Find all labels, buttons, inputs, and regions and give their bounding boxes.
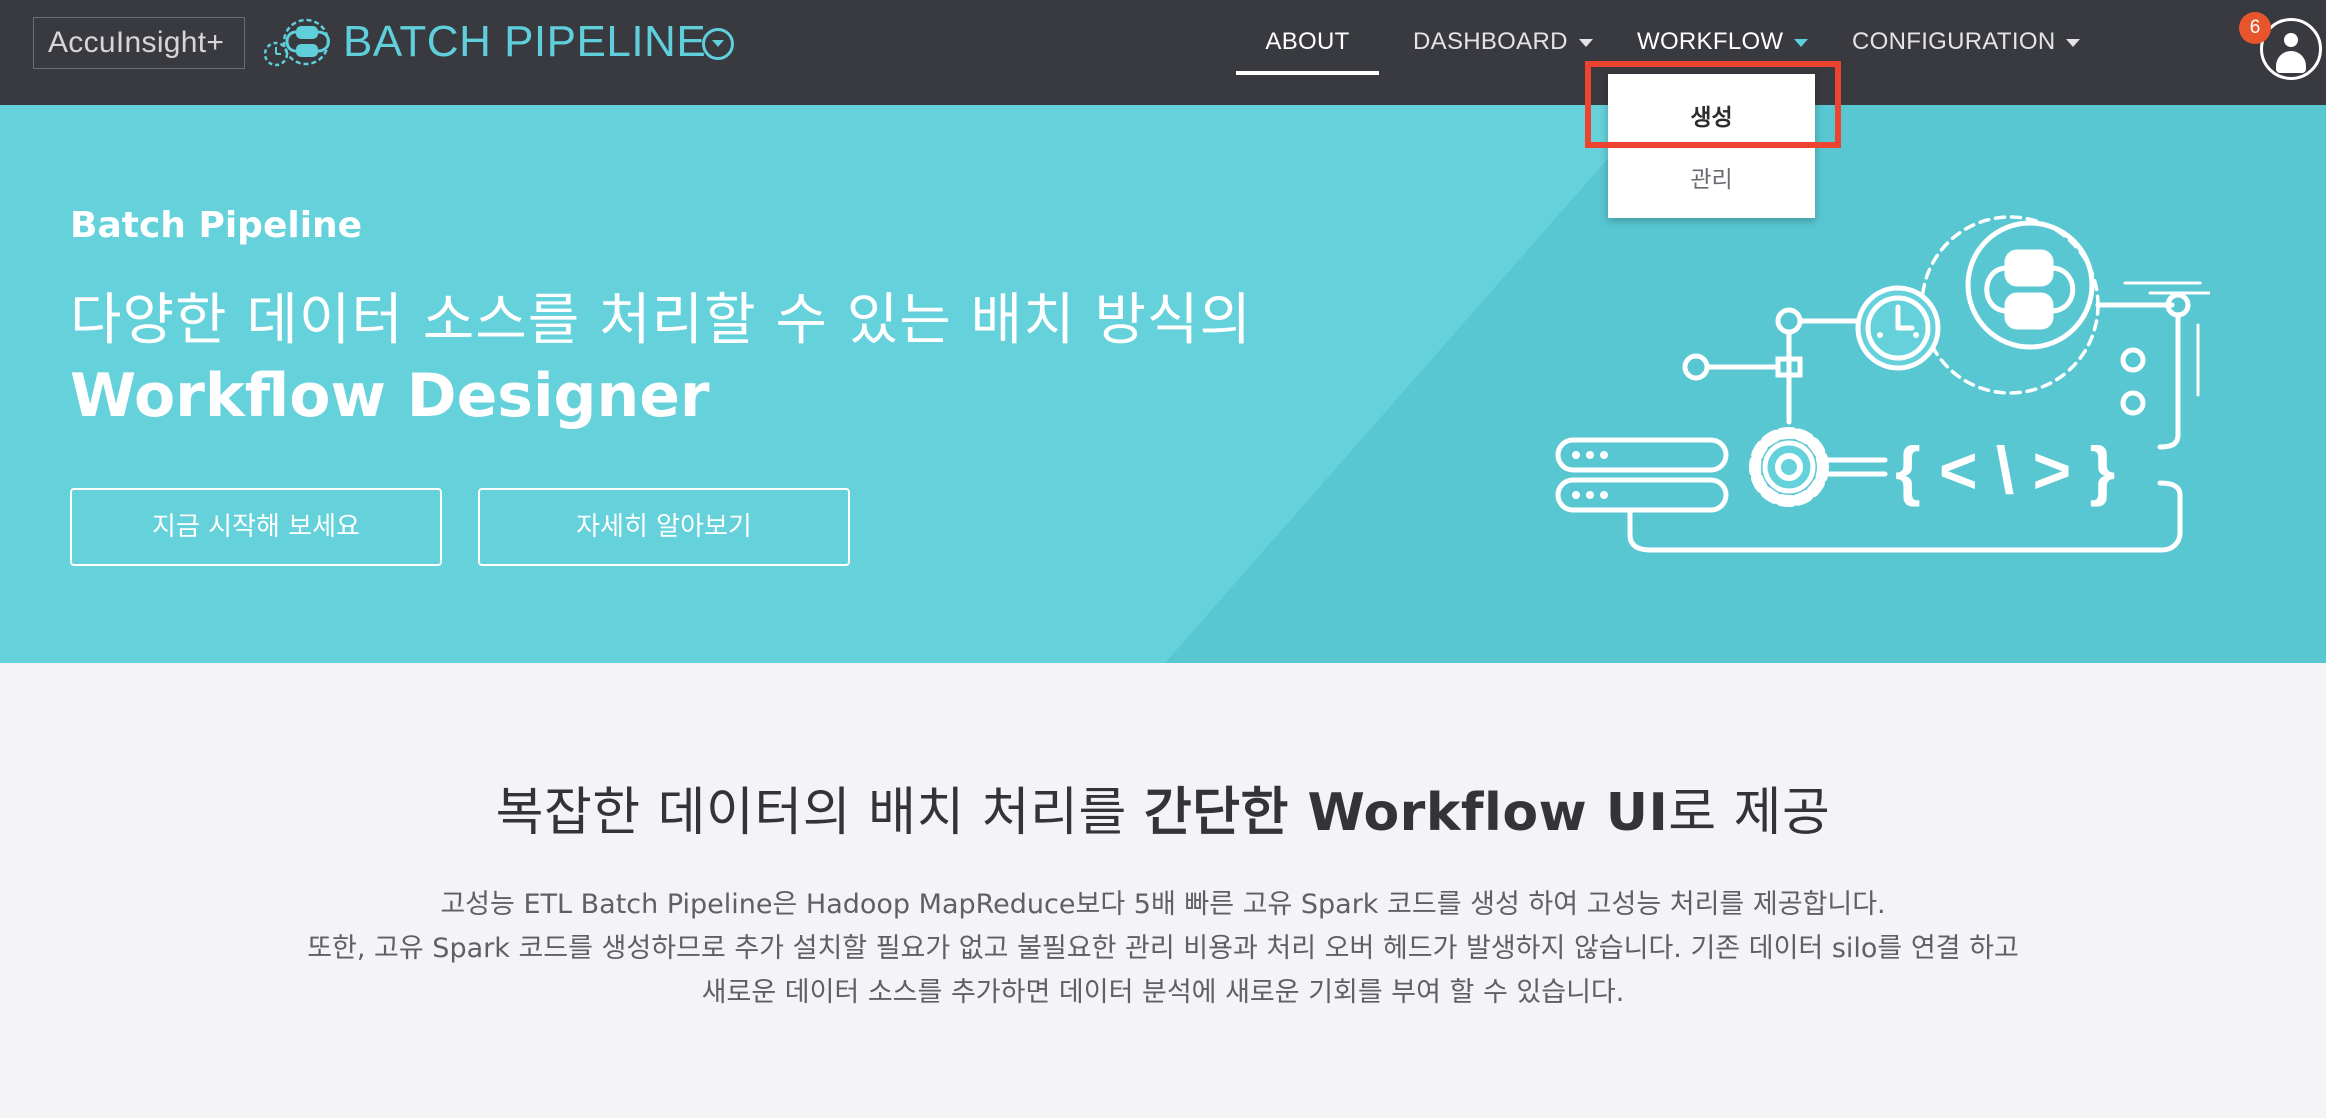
nav-about-active-indicator: [1236, 71, 1379, 75]
caret-down-icon: [1578, 38, 1593, 47]
nav-dashboard-label: DASHBOARD: [1413, 28, 1568, 55]
intro-paragraph-line-1: 고성능 ETL Batch Pipeline은 Hadoop MapReduce…: [440, 889, 1886, 920]
intro-title-suffix: 로 제공: [1668, 783, 1831, 843]
batch-pipeline-logo-icon: [263, 18, 330, 67]
accuinsight-logo[interactable]: AccuInsight+: [33, 17, 245, 69]
hero-eyebrow: Batch Pipeline: [70, 205, 363, 246]
top-navigation-bar: AccuInsight+ BATCH PIPELINE ABOUT DASHBO…: [0, 0, 2326, 105]
highlight-annotation-box: [1585, 61, 1841, 148]
app-switcher-chevron-icon[interactable]: [702, 28, 734, 60]
hero-banner: Batch Pipeline 다양한 데이터 소스를 처리할 수 있는 배치 방…: [0, 105, 2326, 663]
intro-title-emphasis: 간단한 Workflow UI: [1143, 783, 1669, 843]
intro-section-title: 복잡한 데이터의 배치 처리를 간단한 Workflow UI로 제공: [0, 770, 2326, 845]
nav-dashboard[interactable]: DASHBOARD: [1413, 0, 1593, 84]
caret-down-icon: [2066, 38, 2081, 47]
app-title: BATCH PIPELINE: [343, 17, 707, 66]
learn-more-button[interactable]: 자세히 알아보기: [478, 488, 850, 566]
get-started-button[interactable]: 지금 시작해 보세요: [70, 488, 442, 566]
hero-title: Workflow Designer: [70, 361, 710, 431]
intro-paragraph-line-2: 또한, 고유 Spark 코드를 생성하므로 추가 설치할 필요가 없고 불필요…: [307, 933, 2019, 964]
intro-title-prefix: 복잡한 데이터의 배치 처리를: [495, 783, 1144, 843]
hero-headline: 다양한 데이터 소스를 처리할 수 있는 배치 방식의: [70, 288, 1253, 353]
notification-badge[interactable]: 6: [2239, 12, 2271, 44]
nav-configuration[interactable]: CONFIGURATION: [1852, 0, 2081, 84]
intro-paragraph-line-3: 새로운 데이터 소스를 추가하면 데이터 분석에 새로운 기회를 부여 할 수 …: [701, 977, 1625, 1008]
nav-about-label: ABOUT: [1265, 28, 1350, 55]
menu-item-manage[interactable]: 관리: [1608, 160, 1815, 200]
pipeline-illustration-icon: { < \ > }: [1555, 215, 2210, 553]
nav-configuration-label: CONFIGURATION: [1852, 28, 2056, 55]
svg-text:{ < \ > }: { < \ > }: [1895, 433, 2115, 507]
caret-down-icon: [1794, 38, 1809, 47]
nav-workflow-label: WORKFLOW: [1637, 28, 1784, 55]
